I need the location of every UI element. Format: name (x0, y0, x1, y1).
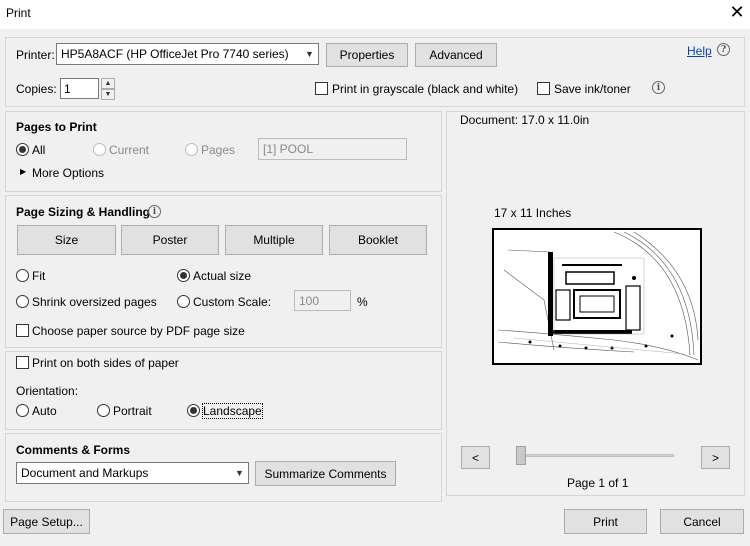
poster-tab-button[interactable]: Poster (121, 225, 219, 255)
properties-button[interactable]: Properties (326, 43, 408, 67)
sizing-info-icon[interactable]: i (148, 205, 161, 218)
cancel-button[interactable]: Cancel (660, 509, 744, 534)
paper-source-label: Choose paper source by PDF page size (32, 324, 245, 338)
expand-arrow-icon[interactable]: ▶ (20, 167, 26, 176)
custom-scale-input[interactable]: 100 (294, 290, 351, 311)
actual-size-radio[interactable] (177, 269, 190, 282)
page-setup-button[interactable]: Page Setup... (3, 509, 90, 534)
pages-range-input[interactable]: [1] POOL (258, 138, 407, 160)
save-ink-label: Save ink/toner (554, 82, 631, 96)
chevron-down-icon: ▼ (305, 49, 314, 59)
comments-title: Comments & Forms (16, 443, 131, 457)
page-preview (492, 228, 702, 365)
chevron-down-icon: ▼ (235, 468, 244, 478)
copies-label: Copies: (16, 82, 57, 96)
copies-value: 1 (64, 81, 71, 96)
both-sides-label: Print on both sides of paper (32, 356, 179, 370)
more-options-toggle[interactable]: More Options (32, 166, 104, 180)
window-title: Print (6, 6, 31, 20)
paper-size-label: 17 x 11 Inches (494, 206, 572, 220)
portrait-radio[interactable] (97, 404, 110, 417)
comments-selected: Document and Markups (21, 466, 149, 480)
next-page-button[interactable]: > (701, 446, 730, 469)
advanced-button[interactable]: Advanced (415, 43, 497, 67)
current-page-radio[interactable] (93, 143, 106, 156)
title-bar (0, 0, 750, 29)
help-icon[interactable]: ? (717, 43, 730, 56)
page-slider-track[interactable] (517, 454, 674, 457)
custom-scale-radio[interactable] (177, 295, 190, 308)
paper-source-checkbox[interactable] (16, 324, 29, 337)
fit-radio[interactable] (16, 269, 29, 282)
landscape-radio[interactable] (187, 404, 200, 417)
page-indicator: Page 1 of 1 (567, 476, 629, 490)
previous-page-button[interactable]: < (461, 446, 490, 469)
percent-label: % (357, 295, 368, 309)
grayscale-checkbox[interactable] (315, 82, 328, 95)
orientation-label: Orientation: (16, 384, 79, 398)
current-page-label: Current (109, 143, 150, 157)
auto-orientation-radio[interactable] (16, 404, 29, 417)
shrink-oversized-radio[interactable] (16, 295, 29, 308)
multiple-tab-button[interactable]: Multiple (225, 225, 323, 255)
printer-select[interactable]: HP5A8ACF (HP OfficeJet Pro 7740 series) … (56, 43, 319, 65)
copies-input[interactable]: 1 (60, 78, 99, 99)
all-pages-label: All (32, 143, 46, 157)
save-ink-checkbox[interactable] (537, 82, 550, 95)
copies-down-button[interactable]: ▼ (101, 89, 115, 100)
pages-to-print-title: Pages to Print (16, 120, 97, 134)
comments-select[interactable]: Document and Markups ▼ (16, 462, 249, 484)
printer-selected: HP5A8ACF (HP OfficeJet Pro 7740 series) (61, 47, 289, 61)
size-tab-button[interactable]: Size (17, 225, 116, 255)
grayscale-label: Print in grayscale (black and white) (332, 82, 519, 96)
both-sides-checkbox[interactable] (16, 356, 29, 369)
shrink-oversized-label: Shrink oversized pages (32, 295, 157, 309)
pages-range-radio[interactable] (185, 143, 198, 156)
booklet-tab-button[interactable]: Booklet (329, 225, 427, 255)
fit-label: Fit (32, 269, 46, 283)
sizing-title: Page Sizing & Handling (16, 205, 151, 219)
summarize-comments-button[interactable]: Summarize Comments (255, 461, 396, 486)
help-link[interactable]: Help (687, 44, 712, 58)
copies-up-button[interactable]: ▲ (101, 78, 115, 89)
page-slider-thumb[interactable] (516, 446, 526, 465)
drawing-preview (497, 231, 699, 361)
info-icon[interactable]: i (652, 81, 665, 94)
close-icon[interactable]: ✕ (728, 2, 746, 23)
auto-orientation-label: Auto (32, 404, 57, 418)
all-pages-radio[interactable] (16, 143, 29, 156)
printer-label: Printer: (16, 48, 55, 62)
portrait-label: Portrait (113, 404, 152, 418)
pages-range-label: Pages (201, 143, 236, 157)
print-button[interactable]: Print (564, 509, 647, 534)
actual-size-label: Actual size (193, 269, 252, 283)
custom-scale-label: Custom Scale: (193, 295, 272, 309)
document-size-label: Document: 17.0 x 11.0in (460, 113, 590, 127)
landscape-label: Landscape (202, 403, 263, 419)
